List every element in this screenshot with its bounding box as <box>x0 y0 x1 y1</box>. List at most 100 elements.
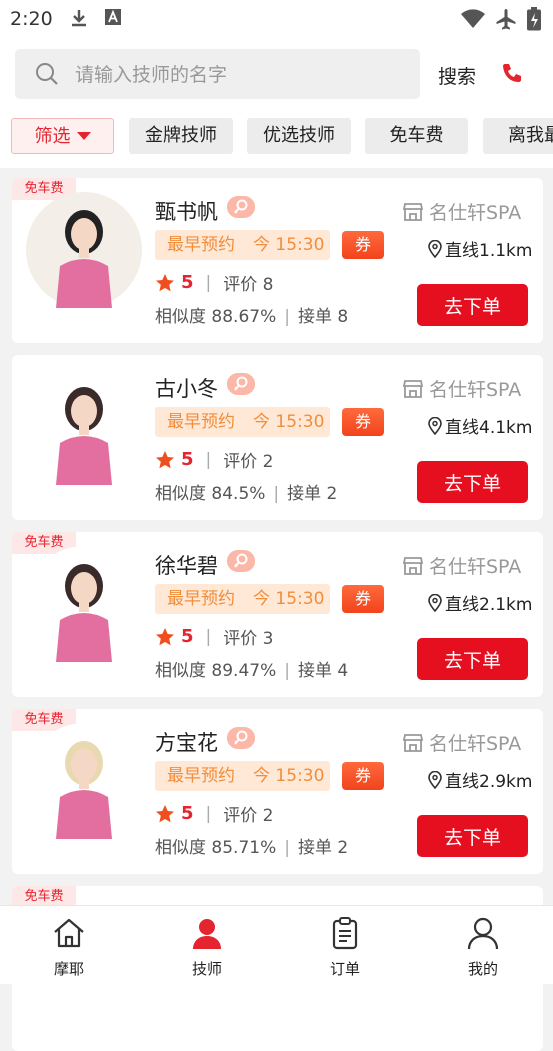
technician-card[interactable]: 免车费 甄书帆 名仕轩SPA 最早预约 今 15:30 券 直线1.1km 5 … <box>12 178 543 343</box>
search-input[interactable] <box>73 49 407 101</box>
tab-mine-label: 我的 <box>467 960 498 978</box>
distance-label: 直线2.9km <box>445 772 533 792</box>
similarity: 相似度 89.47% <box>155 661 277 681</box>
chip-preferred-technician[interactable]: 优选技师 <box>247 118 351 154</box>
review-count: 评价 2 <box>223 452 274 472</box>
store-icon <box>403 202 423 221</box>
clipboard-icon <box>332 917 358 950</box>
technician-avatar <box>26 546 142 662</box>
female-icon <box>227 727 255 749</box>
stats-row: 相似度 89.47% | 接单 4 <box>155 656 348 681</box>
technician-avatar <box>26 369 142 485</box>
distance-label: 直线1.1km <box>445 241 533 261</box>
filter-button[interactable]: 筛选 <box>11 118 114 154</box>
review-count: 评价 8 <box>223 275 274 295</box>
earliest-booking: 最早预约 今 15:30 <box>155 584 330 614</box>
status-time: 2:20 <box>10 8 53 30</box>
technician-name: 甄书帆 <box>155 200 218 224</box>
rating-row: 5 | 评价 8 <box>155 270 274 295</box>
coupon-badge[interactable]: 券 <box>342 408 384 436</box>
shop-label: 名仕轩SPA <box>429 733 522 755</box>
filter-label: 筛选 <box>34 126 71 147</box>
distance: 直线2.9km <box>428 767 532 792</box>
distance-label: 直线2.1km <box>445 595 533 615</box>
similarity: 相似度 85.71% <box>155 838 277 858</box>
booking-time: 今 15:30 <box>253 412 325 432</box>
tab-home[interactable]: 摩耶 <box>0 906 138 984</box>
separator: | <box>205 626 212 647</box>
airplane-icon <box>496 9 516 30</box>
shop-name: 名仕轩SPA <box>403 552 521 579</box>
review-count: 评价 2 <box>223 806 274 826</box>
female-icon <box>227 196 255 218</box>
place-order-button[interactable]: 去下单 <box>417 638 528 680</box>
technician-card[interactable]: 免车费 徐华碧 名仕轩SPA 最早预约 今 15:30 券 直线2.1km 5 … <box>12 532 543 697</box>
technician-card[interactable]: 免车费 方宝花 名仕轩SPA 最早预约 今 15:30 券 直线2.9km 5 … <box>12 709 543 874</box>
shop-name: 名仕轩SPA <box>403 375 521 402</box>
technician-avatar <box>26 192 142 308</box>
female-icon <box>227 373 255 395</box>
separator: | <box>284 838 290 858</box>
star-icon <box>156 804 174 822</box>
search-button[interactable]: 搜索 <box>438 62 476 89</box>
booking-time: 今 15:30 <box>253 235 325 255</box>
status-bar: 2:20 <box>0 0 553 38</box>
tab-mine[interactable]: 我的 <box>414 906 552 984</box>
coupon-badge[interactable]: 券 <box>342 231 384 259</box>
location-pin-icon <box>428 416 442 435</box>
distance: 直线2.1km <box>428 590 532 615</box>
chip-gold-technician[interactable]: 金牌技师 <box>129 118 233 154</box>
shop-name: 名仕轩SPA <box>403 198 521 225</box>
technician-card[interactable]: 古小冬 名仕轩SPA 最早预约 今 15:30 券 直线4.1km 5 | 评价… <box>12 355 543 520</box>
user-icon <box>467 917 499 950</box>
stats-row: 相似度 88.67% | 接单 8 <box>155 302 348 327</box>
place-order-button[interactable]: 去下单 <box>417 284 528 326</box>
chip-nearest[interactable]: 离我最 <box>483 118 553 154</box>
order-count: 接单 4 <box>297 661 349 681</box>
filter-bar: 筛选 金牌技师 优选技师 免车费 离我最 <box>0 106 553 168</box>
phone-icon[interactable] <box>500 62 524 86</box>
search-bar: 搜索 <box>0 38 553 106</box>
distance: 直线4.1km <box>428 413 532 438</box>
store-icon <box>403 556 423 575</box>
coupon-badge[interactable]: 券 <box>342 585 384 613</box>
separator: | <box>205 803 212 824</box>
download-icon <box>72 10 86 27</box>
separator: | <box>205 449 212 470</box>
distance-label: 直线4.1km <box>445 418 533 438</box>
separator: | <box>273 484 280 504</box>
search-box[interactable] <box>15 49 420 101</box>
separator: | <box>205 272 212 293</box>
rating-score: 5 <box>181 626 194 647</box>
location-pin-icon <box>428 239 442 258</box>
tab-orders[interactable]: 订单 <box>276 906 414 984</box>
rating-row: 5 | 评价 3 <box>155 624 274 649</box>
bottom-tab-bar: 摩耶 技师 订单 我的 <box>0 905 553 984</box>
technician-avatar <box>26 723 142 839</box>
place-order-button[interactable]: 去下单 <box>417 815 528 857</box>
rating-score: 5 <box>181 449 194 470</box>
tab-technician[interactable]: 技师 <box>138 906 276 984</box>
earliest-booking: 最早预约 今 15:30 <box>155 761 330 791</box>
distance: 直线1.1km <box>428 236 532 261</box>
shop-label: 名仕轩SPA <box>429 379 522 401</box>
chip-free-travel[interactable]: 免车费 <box>365 118 468 154</box>
rating-score: 5 <box>181 272 194 293</box>
earliest-booking: 最早预约 今 15:30 <box>155 407 330 437</box>
tab-home-label: 摩耶 <box>53 960 84 978</box>
coupon-badge[interactable]: 券 <box>342 762 384 790</box>
earliest-booking: 最早预约 今 15:30 <box>155 230 330 260</box>
technician-name: 徐华碧 <box>155 554 218 578</box>
tab-technician-label: 技师 <box>191 960 222 978</box>
order-count: 接单 8 <box>297 307 349 327</box>
female-icon <box>227 550 255 572</box>
order-count: 接单 2 <box>297 838 349 858</box>
rating-score: 5 <box>181 803 194 824</box>
technician-name: 方宝花 <box>155 731 218 755</box>
technician-name: 古小冬 <box>155 377 218 401</box>
location-pin-icon <box>428 770 442 789</box>
booking-label: 最早预约 <box>167 589 235 609</box>
booking-time: 今 15:30 <box>253 766 325 786</box>
place-order-button[interactable]: 去下单 <box>417 461 528 503</box>
booking-time: 今 15:30 <box>253 589 325 609</box>
